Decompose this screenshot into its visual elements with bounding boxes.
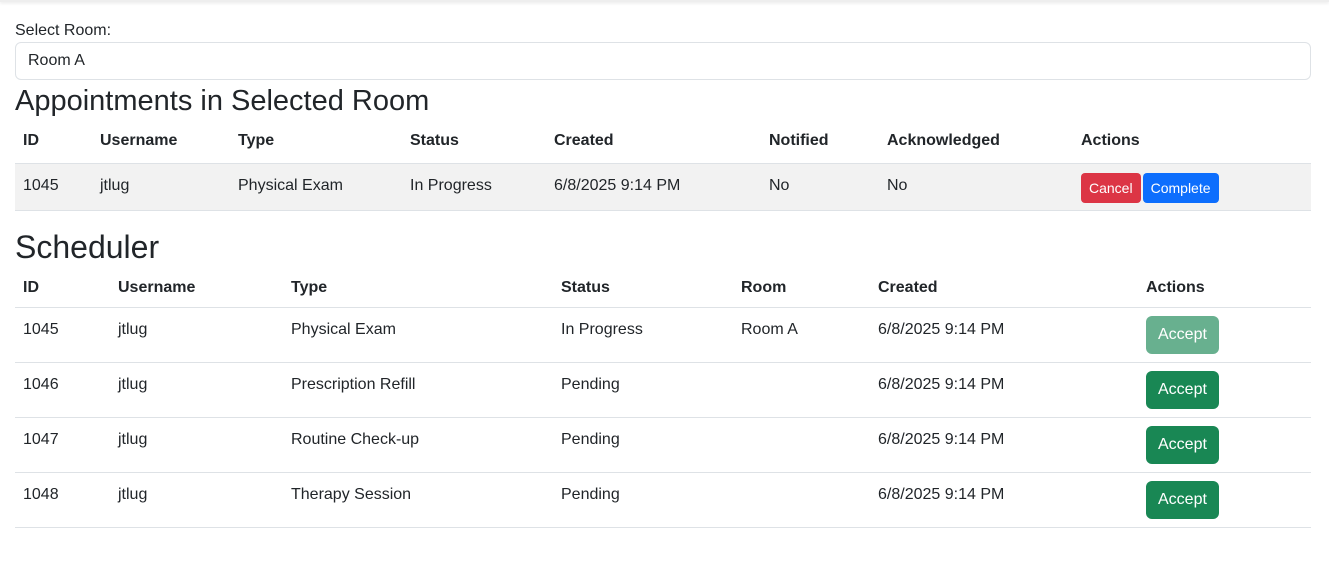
table-row: 1046 jtlug Prescription Refill Pending 6… xyxy=(15,362,1311,418)
cell-actions: Cancel Complete xyxy=(1073,163,1311,211)
cell-status: Pending xyxy=(553,472,733,528)
cell-created: 6/8/2025 9:14 PM xyxy=(870,417,1138,473)
cell-acknowledged: No xyxy=(879,163,1073,211)
cell-room: Room A xyxy=(733,307,870,363)
cell-id: 1045 xyxy=(15,307,110,363)
column-header-id: ID xyxy=(23,279,39,296)
table-header-row: ID Username Type Status Created Notified… xyxy=(15,119,1311,164)
cell-username: jtlug xyxy=(110,307,283,363)
room-appointments-heading: Appointments in Selected Room xyxy=(15,85,430,117)
cell-actions: Accept xyxy=(1138,472,1311,528)
cell-actions: Accept xyxy=(1138,417,1311,473)
column-header-username: Username xyxy=(118,279,196,296)
cell-status: Pending xyxy=(553,417,733,473)
cell-created: 6/8/2025 9:14 PM xyxy=(870,472,1138,528)
column-header-type: Type xyxy=(291,279,328,296)
cell-username: jtlug xyxy=(92,163,230,211)
cell-username: jtlug xyxy=(110,417,283,473)
scheduler-heading: Scheduler xyxy=(15,229,160,265)
accept-button[interactable]: Accept xyxy=(1146,371,1219,409)
cell-id: 1048 xyxy=(15,472,110,528)
table-row: 1045 jtlug Physical Exam In Progress 6/8… xyxy=(15,163,1311,211)
room-select[interactable]: Room A xyxy=(15,42,1311,80)
column-header-username: Username xyxy=(100,132,178,149)
column-header-status: Status xyxy=(561,279,610,296)
column-header-actions: Actions xyxy=(1146,279,1205,296)
cell-actions: Accept xyxy=(1138,362,1311,418)
cell-room xyxy=(733,417,870,473)
column-header-id: ID xyxy=(23,132,39,149)
cancel-button[interactable]: Cancel xyxy=(1081,173,1141,203)
table-row: 1047 jtlug Routine Check-up Pending 6/8/… xyxy=(15,417,1311,473)
cell-room xyxy=(733,362,870,418)
cell-type: Physical Exam xyxy=(283,307,553,363)
accept-button[interactable]: Accept xyxy=(1146,316,1219,354)
room-select-label: Select Room: xyxy=(15,22,112,39)
cell-created: 6/8/2025 9:14 PM xyxy=(870,362,1138,418)
cell-status: In Progress xyxy=(553,307,733,363)
top-bar xyxy=(0,0,1329,2)
cell-type: Therapy Session xyxy=(283,472,553,528)
column-header-room: Room xyxy=(741,279,787,296)
scheduler-table: ID Username Type Status Room Created Act… xyxy=(15,269,1311,528)
column-header-status: Status xyxy=(410,132,459,149)
column-header-type: Type xyxy=(238,132,275,149)
room-appointments-table: ID Username Type Status Created Notified… xyxy=(15,119,1311,211)
cell-id: 1046 xyxy=(15,362,110,418)
column-header-notified: Notified xyxy=(769,132,829,149)
cell-status: In Progress xyxy=(402,163,546,211)
cell-username: jtlug xyxy=(110,472,283,528)
complete-button[interactable]: Complete xyxy=(1142,173,1219,203)
cell-type: Physical Exam xyxy=(230,163,402,211)
main-container: Select Room: Room A Appointments in Sele… xyxy=(15,20,1311,528)
cell-notified: No xyxy=(761,163,879,211)
cell-actions: Accept xyxy=(1138,307,1311,363)
accept-button[interactable]: Accept xyxy=(1146,481,1219,519)
table-row: 1048 jtlug Therapy Session Pending 6/8/2… xyxy=(15,472,1311,528)
column-header-acknowledged: Acknowledged xyxy=(887,132,1000,149)
cell-id: 1047 xyxy=(15,417,110,473)
column-header-created: Created xyxy=(878,279,938,296)
cell-room xyxy=(733,472,870,528)
cell-status: Pending xyxy=(553,362,733,418)
accept-button[interactable]: Accept xyxy=(1146,426,1219,464)
table-row: 1045 jtlug Physical Exam In Progress Roo… xyxy=(15,307,1311,363)
cell-created: 6/8/2025 9:14 PM xyxy=(546,163,761,211)
cell-created: 6/8/2025 9:14 PM xyxy=(870,307,1138,363)
table-header-row: ID Username Type Status Room Created Act… xyxy=(15,269,1311,308)
cell-username: jtlug xyxy=(110,362,283,418)
cell-type: Prescription Refill xyxy=(283,362,553,418)
cell-id: 1045 xyxy=(15,163,92,211)
column-header-actions: Actions xyxy=(1081,132,1140,149)
column-header-created: Created xyxy=(554,132,614,149)
cell-type: Routine Check-up xyxy=(283,417,553,473)
